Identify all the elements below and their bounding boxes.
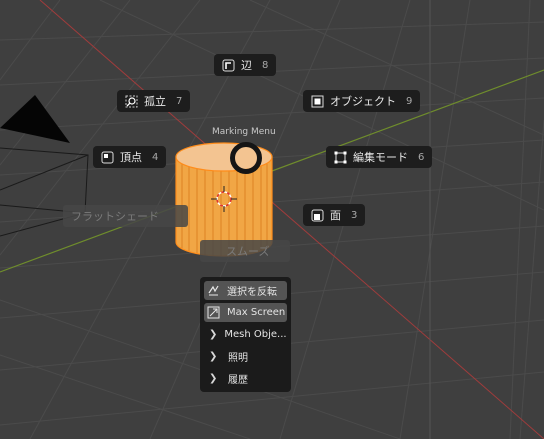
pie-center-ring <box>230 142 262 174</box>
chevron-right-icon: ❯ <box>209 373 218 384</box>
object-mode-icon <box>311 95 324 108</box>
pie-item-vertex[interactable]: 頂点 4 <box>93 146 167 168</box>
pie-item-hotkey: 4 <box>152 151 159 163</box>
chevron-right-icon: ❯ <box>209 351 218 362</box>
smooth-shade-label: スムーズ <box>226 245 270 258</box>
isolate-icon <box>125 95 138 108</box>
pie-item-hotkey: 9 <box>406 95 413 107</box>
pie-item-label: オブジェクト <box>330 95 396 108</box>
chevron-right-icon: ❯ <box>209 329 218 340</box>
flat-shade-ghost-button: フラットシェード <box>63 205 188 227</box>
pie-item-object-mode[interactable]: オブジェクト 9 <box>303 90 421 112</box>
submenu-lighting[interactable]: ❯ 照明 <box>204 347 287 366</box>
menu-item-label: 選択を反転 <box>227 287 277 298</box>
vertex-icon <box>101 151 114 164</box>
camera-triangle <box>0 95 70 143</box>
pie-item-face[interactable]: 面 3 <box>303 204 366 226</box>
pie-item-hotkey: 8 <box>262 59 269 71</box>
menu-item-label: 履歴 <box>228 375 248 386</box>
pie-item-isolate[interactable]: 孤立 7 <box>117 90 191 112</box>
maximize-icon <box>207 306 220 319</box>
menu-item-label: Max Screen <box>227 307 286 318</box>
face-icon <box>311 209 324 222</box>
pie-item-edit-mode[interactable]: 編集モード 6 <box>326 146 433 168</box>
submenu-mesh-objects[interactable]: ❯ Mesh Obje... <box>204 325 287 344</box>
invert-selection-button[interactable]: 選択を反転 <box>204 281 287 300</box>
pie-item-label: 孤立 <box>144 95 166 108</box>
pie-item-label: 編集モード <box>353 151 408 164</box>
menu-item-label: Mesh Obje... <box>224 329 287 340</box>
edge-icon <box>222 59 235 72</box>
smooth-shade-ghost-button: スムーズ <box>200 240 290 262</box>
pie-item-label: 面 <box>330 209 341 222</box>
max-screen-button[interactable]: Max Screen <box>204 303 287 322</box>
pie-item-hotkey: 6 <box>418 151 425 163</box>
edit-mode-icon <box>334 151 347 164</box>
menu-item-label: 照明 <box>228 353 248 364</box>
pie-item-edge[interactable]: 辺 8 <box>214 54 277 76</box>
3d-viewport[interactable]: フラットシェード スムーズ Marking Menu 辺 8 孤立 7 オブジェ… <box>0 0 544 439</box>
submenu-history[interactable]: ❯ 履歴 <box>204 369 287 388</box>
pie-menu-title: Marking Menu <box>212 127 276 137</box>
pie-item-hotkey: 3 <box>351 209 358 221</box>
pie-item-label: 辺 <box>241 59 252 72</box>
pie-item-hotkey: 7 <box>176 95 183 107</box>
flat-shade-label: フラットシェード <box>71 210 159 223</box>
invert-selection-icon <box>207 284 220 297</box>
context-menu: 選択を反転 Max Screen ❯ Mesh Obje... ❯ 照明 ❯ 履… <box>200 277 291 392</box>
pie-item-label: 頂点 <box>120 151 142 164</box>
